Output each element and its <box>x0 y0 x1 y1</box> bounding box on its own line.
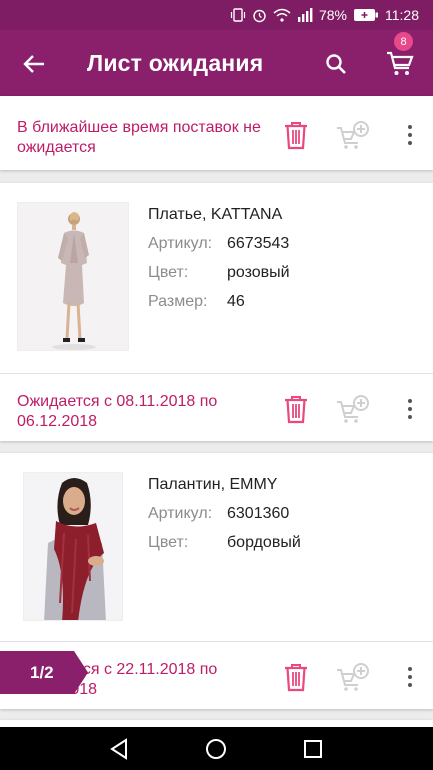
search-button[interactable] <box>318 46 354 82</box>
more-dot <box>408 141 412 145</box>
more-dot <box>408 675 412 679</box>
page-title: Лист ожидания <box>87 50 264 76</box>
back-button[interactable] <box>16 46 52 82</box>
more-dot <box>408 133 412 137</box>
more-options-button[interactable] <box>400 120 420 150</box>
page-indicator: 1/2 <box>0 651 88 694</box>
attr-label-sku: Артикул: <box>148 235 213 252</box>
more-options-button[interactable] <box>400 662 420 692</box>
waitlist-item-partial <box>0 720 433 727</box>
add-to-cart-icon[interactable] <box>336 394 370 424</box>
attr-value-sku: 6673543 <box>227 235 290 252</box>
attr-label-color: Цвет: <box>148 534 189 551</box>
page-indicator-text: 1/2 <box>30 662 54 682</box>
battery-percent: 78% <box>318 7 347 23</box>
scarf-model-image <box>24 473 122 620</box>
add-to-cart-icon[interactable] <box>336 120 370 150</box>
item-status: В ближайшее время поставок не ожидается <box>17 119 261 156</box>
cart-icon <box>387 51 414 75</box>
product-image[interactable] <box>23 472 123 621</box>
nav-home-icon[interactable] <box>204 737 228 761</box>
attr-value-color: бордовый <box>227 534 301 551</box>
status-bar: 78% 11:28 <box>0 0 433 30</box>
attr-value-color: розовый <box>227 264 290 281</box>
product-name[interactable]: Платье, KATTANA <box>148 206 282 224</box>
dress-model-image <box>18 203 128 350</box>
vibrate-icon <box>230 8 246 22</box>
alarm-icon <box>253 9 266 22</box>
add-to-cart-icon[interactable] <box>336 662 370 692</box>
attr-value-size: 46 <box>227 293 245 310</box>
status-icons: 78% 11:28 <box>230 5 419 25</box>
more-dot <box>408 667 412 671</box>
nav-back-icon[interactable] <box>108 737 132 761</box>
more-dot <box>408 399 412 403</box>
attr-label-color: Цвет: <box>148 264 189 281</box>
wifi-icon <box>273 8 291 22</box>
attr-label-sku: Артикул: <box>148 505 213 522</box>
waitlist-item: В ближайшее время поставок не ожидается <box>0 96 433 170</box>
trash-icon[interactable] <box>282 394 310 424</box>
more-dot <box>408 407 412 411</box>
item-status: Ожидается с 08.11.2018 по 06.12.2018 <box>17 393 218 430</box>
attr-value-sku: 6301360 <box>227 505 290 522</box>
nav-recents-icon[interactable] <box>301 737 325 761</box>
more-dot <box>408 415 412 419</box>
battery-icon <box>354 9 378 21</box>
more-dot <box>408 683 412 687</box>
product-name[interactable]: Палантин, EMMY <box>148 476 277 494</box>
app-bar: Лист ожидания 8 <box>0 30 433 96</box>
cart-count-badge: 8 <box>394 32 413 51</box>
trash-icon[interactable] <box>282 120 310 150</box>
attr-label-size: Размер: <box>148 293 208 310</box>
more-options-button[interactable] <box>400 394 420 424</box>
system-nav-bar <box>0 727 433 770</box>
product-image[interactable] <box>17 202 129 351</box>
trash-icon[interactable] <box>282 662 310 692</box>
item-footer: Ожидается с 08.11.2018 по 06.12.2018 <box>0 373 433 441</box>
back-arrow-icon <box>23 55 44 73</box>
more-dot <box>408 125 412 129</box>
signal-icon <box>297 8 313 22</box>
waitlist-item: Платье, KATTANA Артикул: 6673543 Цвет: р… <box>0 183 433 441</box>
search-icon <box>326 54 346 74</box>
clock: 11:28 <box>385 7 419 23</box>
